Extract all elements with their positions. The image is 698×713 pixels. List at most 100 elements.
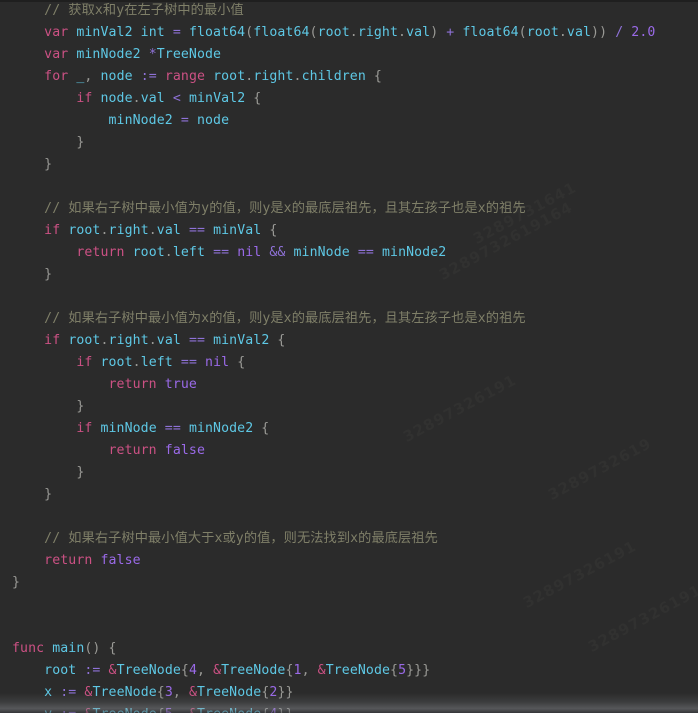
code-token-ident: TreeNode [221,663,286,678]
code-line[interactable]: // 如果右子树中最小值大于x或y的值，则无法找到x的最底层祖先 [0,528,698,550]
code-line[interactable]: for _, node := range root.right.children… [0,66,698,88]
code-line[interactable]: } [0,264,698,286]
code-token-punct: , [301,663,318,678]
code-token-ident: TreeNode [92,707,156,713]
code-line[interactable]: minNode2 = node [0,110,698,132]
code-token-punct: { [253,421,270,436]
code-token-keyword: if [44,223,61,238]
code-token-keyword: if [44,333,61,348]
code-line[interactable]: x := &TreeNode{3, &TreeNode{2}} [0,682,698,704]
code-token-punct: , [197,663,214,678]
code-line[interactable] [0,286,698,308]
code-line[interactable]: if node.val < minVal2 { [0,88,698,110]
code-line[interactable] [0,594,698,616]
code-text-area[interactable]: // 获取x和y在左子树中的最小值 var minVal2 int = floa… [0,0,698,713]
code-line[interactable]: // 如果右子树中最小值为y的值，则y是x的最底层祖先，且其左孩子也是x的祖先 [0,198,698,220]
code-line[interactable]: if root.right.val == minVal { [0,220,698,242]
code-line[interactable]: } [0,132,698,154]
code-token-ident: right [253,69,294,84]
code-token-ident: root [317,25,350,40]
code-line[interactable]: var minNode2 *TreeNode [0,44,698,66]
code-token-operator: == [188,223,206,238]
code-token-ident: root [100,355,133,370]
code-token-ident: root [132,245,165,260]
code-token-ident: children [301,69,366,84]
code-line[interactable]: } [0,462,698,484]
code-line[interactable]: return root.left == nil && minNode == mi… [0,242,698,264]
code-line[interactable]: return false [0,550,698,572]
code-token-ident: y [44,707,52,713]
code-token-ident: root [68,333,101,348]
code-line[interactable]: } [0,154,698,176]
code-line[interactable]: if root.left == nil { [0,352,698,374]
code-token-operator: < [172,91,181,106]
code-line[interactable]: root := &TreeNode{4, &TreeNode{1, &TreeN… [0,660,698,682]
code-token-punct: } [44,267,53,282]
code-line[interactable]: // 如果右子树中最小值为x的值，则y是x的最底层祖先，且其左孩子也是x的祖先 [0,308,698,330]
code-line[interactable]: y := &TreeNode{5, &TreeNode{4}} [0,704,698,713]
code-line[interactable] [0,506,698,528]
code-token-punct: . [148,223,157,238]
code-token-punct: { [157,707,165,713]
code-line[interactable]: if minNode == minNode2 { [0,418,698,440]
code-token-ident: root [213,69,246,84]
code-line[interactable]: } [0,484,698,506]
code-token-ident: minNode [100,421,157,436]
code-token-ident: val [156,223,181,238]
code-token-keyword: return [108,377,157,392]
code-token-operator: := [84,663,101,678]
code-token-ident: val [156,333,181,348]
code-token-punct: () [84,641,101,656]
code-line[interactable]: } [0,572,698,594]
code-line[interactable]: return false [0,440,698,462]
code-token-comment: // 获取x和y在左子树中的最小值 [44,3,244,18]
code-token-operator: && [269,245,286,260]
code-token-ident: root [44,663,77,678]
code-token-ident: float64 [253,25,310,40]
code-token-operator: := [140,69,157,84]
code-token-const: nil [205,355,230,370]
code-line[interactable]: var minVal2 int = float64(float64(root.r… [0,22,698,44]
code-token-keyword: func [12,641,45,656]
code-line[interactable]: } [0,396,698,418]
code-token-ident: right [108,223,149,238]
code-token-keyword: & [213,663,222,678]
code-line[interactable]: // 获取x和y在左子树中的最小值 [0,0,698,22]
code-token-operator: == [164,421,181,436]
code-token-keyword: if [76,91,93,106]
code-token-ident: minNode [293,245,350,260]
code-line[interactable]: return true [0,374,698,396]
code-token-ident: minVal [213,223,262,238]
code-line[interactable]: if root.right.val == minVal2 { [0,330,698,352]
code-line[interactable]: func main() { [0,638,698,660]
code-token-comment: // 如果右子树中最小值为y的值，则y是x的最底层祖先，且其左孩子也是x的祖先 [44,201,526,216]
code-token-keyword: var [44,47,69,62]
code-line[interactable] [0,616,698,638]
code-token-ident: node [196,113,230,128]
code-token-operator: == [180,355,197,370]
code-token-ident: x [44,685,53,700]
code-token-keyword: & [188,685,198,700]
code-token-const: false [164,443,205,458]
code-line[interactable] [0,176,698,198]
